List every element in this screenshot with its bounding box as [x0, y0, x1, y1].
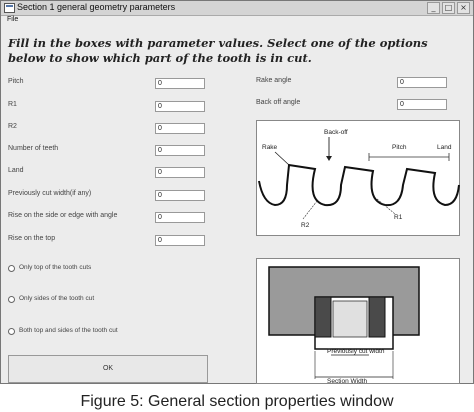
tooth-profile-drawing: Back-off Rake Pitch Land R1 R2: [258, 129, 460, 229]
ok-button[interactable]: OK: [8, 355, 208, 383]
section-width-diagram: Previously cut width Section Width: [256, 258, 460, 385]
menu-file[interactable]: File: [7, 16, 18, 23]
rise-on-top-label: Rise on the top: [8, 235, 56, 242]
left-side-cut: [314, 296, 332, 338]
pitch-label-diagram: Pitch: [392, 144, 407, 151]
menu-bar: File: [1, 16, 473, 28]
top-and-sides-radio[interactable]: [8, 328, 15, 335]
previously-cut-label: Previously cut width: [327, 348, 385, 355]
pitch-input[interactable]: [155, 78, 205, 89]
rake-arrow: [274, 151, 290, 166]
previously-cut-width-label: Previously cut width(if any): [8, 190, 92, 197]
window-title: Section 1 general geometry parameters: [17, 2, 176, 12]
r1-label-diagram: R1: [394, 214, 403, 221]
right-side-cut: [368, 296, 386, 338]
only-sides-label: Only sides of the tooth cut: [19, 295, 95, 302]
section-width-drawing: Previously cut width Section Width: [268, 266, 420, 385]
section-width-label: Section Width: [327, 378, 367, 385]
top-and-sides-label: Both top and sides of the tooth cut: [19, 327, 118, 334]
rise-on-side-input[interactable]: [155, 212, 205, 223]
r2-input[interactable]: [155, 123, 205, 134]
land-label-diagram: Land: [437, 144, 452, 151]
previously-cut-width-input[interactable]: [155, 190, 205, 201]
number-of-teeth-input[interactable]: [155, 145, 205, 156]
pitch-label: Pitch: [8, 78, 24, 85]
rise-on-side-label: Rise on the side or edge with angle: [8, 212, 118, 219]
figure-caption: Figure 5: General section properties win…: [80, 393, 394, 410]
previously-cut-region: [332, 300, 368, 338]
land-input[interactable]: [155, 167, 205, 178]
number-of-teeth-label: Number of teeth: [8, 145, 59, 152]
back-off-angle-input[interactable]: [397, 99, 447, 110]
back-off-angle-label: Back off angle: [256, 99, 301, 106]
r2-label-diagram: R2: [301, 222, 310, 229]
maximize-button[interactable]: □: [442, 2, 455, 14]
close-button[interactable]: ×: [457, 2, 470, 14]
rake-label: Rake: [262, 144, 278, 151]
r1-input[interactable]: [155, 101, 205, 112]
minimize-button[interactable]: _: [427, 2, 440, 14]
only-top-radio[interactable]: [8, 265, 15, 272]
land-label: Land: [8, 167, 24, 174]
rake-angle-label: Rake angle: [256, 77, 292, 84]
tooth-profile-curve: [258, 163, 460, 207]
r2-leader-line: [302, 200, 318, 220]
rise-on-top-input[interactable]: [155, 235, 205, 246]
back-off-label: Back-off: [324, 129, 348, 136]
tooth-profile-diagram: Back-off Rake Pitch Land R1 R2: [256, 120, 460, 236]
app-icon: [4, 3, 15, 13]
r1-label: R1: [8, 101, 17, 108]
title-bar: Section 1 general geometry parameters _ …: [1, 1, 473, 16]
rake-angle-input[interactable]: [397, 77, 447, 88]
r2-label: R2: [8, 123, 17, 130]
r1-leader-line: [376, 198, 396, 215]
only-top-label: Only top of the tooth cuts: [19, 264, 92, 271]
only-sides-radio[interactable]: [8, 296, 15, 303]
instruction-text: Fill in the boxes with parameter values.…: [8, 36, 428, 65]
